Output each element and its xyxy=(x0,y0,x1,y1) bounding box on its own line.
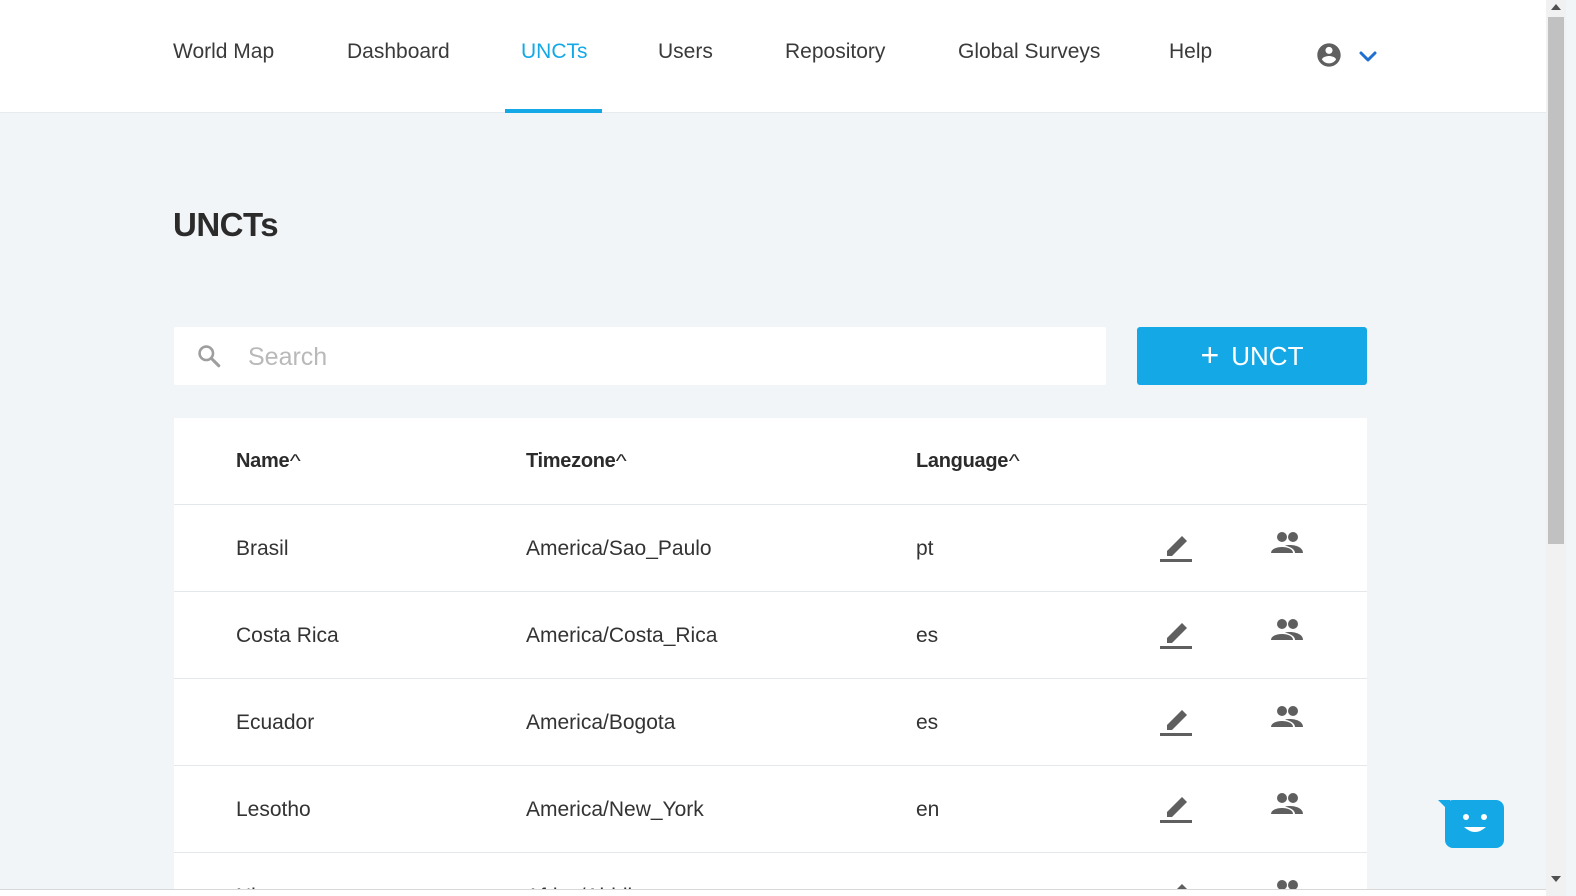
plus-icon: + xyxy=(1200,337,1220,373)
uncts-table: Name^ Timezone^ Language^ Brasil America/… xyxy=(174,418,1367,896)
edit-icon[interactable] xyxy=(1159,616,1193,650)
column-header-timezone[interactable]: Timezone^ xyxy=(526,450,627,473)
table-row[interactable]: Brasil America/Sao_Paulo pt xyxy=(174,505,1367,592)
cell-timezone: America/New_York xyxy=(526,798,704,821)
cell-name: Ecuador xyxy=(236,711,315,734)
cell-language: es xyxy=(916,624,939,647)
scroll-up-arrow-icon[interactable] xyxy=(1551,4,1561,10)
users-icon[interactable] xyxy=(1271,792,1303,816)
cell-timezone: America/Bogota xyxy=(526,711,676,734)
sort-ascending-icon: ^ xyxy=(1008,451,1020,471)
table-row[interactable]: Lesotho America/New_York en xyxy=(174,766,1367,853)
users-icon[interactable] xyxy=(1271,618,1303,642)
account-circle-icon[interactable] xyxy=(1315,41,1343,69)
edit-icon[interactable] xyxy=(1159,703,1193,737)
nav-item-global-surveys[interactable]: Global Surveys xyxy=(958,40,1100,64)
users-icon[interactable] xyxy=(1271,705,1303,729)
nav-item-help[interactable]: Help xyxy=(1169,40,1212,64)
column-header-name[interactable]: Name^ xyxy=(236,450,301,473)
table-header: Name^ Timezone^ Language^ xyxy=(174,418,1367,505)
chevron-down-icon[interactable] xyxy=(1358,48,1378,66)
active-tab-indicator xyxy=(505,109,602,113)
top-navigation: World Map Dashboard UNCTs Users Reposito… xyxy=(0,0,1546,113)
cell-language: es xyxy=(916,711,939,734)
cell-name: Costa Rica xyxy=(236,624,339,647)
cell-language: en xyxy=(916,798,940,821)
edit-icon[interactable] xyxy=(1159,790,1193,824)
chat-bot-icon[interactable] xyxy=(1436,797,1506,851)
add-unct-label: UNCT xyxy=(1231,340,1304,371)
nav-item-world-map[interactable]: World Map xyxy=(173,40,274,64)
sort-ascending-icon: ^ xyxy=(290,451,301,471)
scrollbar-thumb[interactable] xyxy=(1548,17,1564,544)
scroll-down-arrow-icon[interactable] xyxy=(1551,876,1561,882)
page-title: UNCTs xyxy=(173,206,279,243)
nav-item-uncts[interactable]: UNCTs xyxy=(521,40,588,64)
cell-timezone: America/Sao_Paulo xyxy=(526,537,712,560)
table-row[interactable]: Ecuador America/Bogota es xyxy=(174,679,1367,766)
cell-timezone: America/Costa_Rica xyxy=(526,624,718,647)
search-input[interactable] xyxy=(248,337,1088,377)
nav-item-dashboard[interactable]: Dashboard xyxy=(347,40,450,64)
cell-name: Brasil xyxy=(236,537,289,560)
search-icon xyxy=(198,345,221,368)
nav-item-users[interactable]: Users xyxy=(658,40,713,64)
cell-language: pt xyxy=(916,537,934,560)
add-unct-button[interactable]: + UNCT xyxy=(1137,327,1367,385)
sort-ascending-icon: ^ xyxy=(616,451,627,471)
users-icon[interactable] xyxy=(1271,531,1303,555)
table-row[interactable]: Costa Rica America/Costa_Rica es xyxy=(174,592,1367,679)
nav-item-repository[interactable]: Repository xyxy=(785,40,885,64)
edit-icon[interactable] xyxy=(1159,529,1193,563)
vertical-scrollbar[interactable] xyxy=(1546,0,1566,896)
cell-name: Lesotho xyxy=(236,798,311,821)
viewport-bottom-edge xyxy=(0,889,1546,896)
column-header-language[interactable]: Language^ xyxy=(916,450,1020,473)
